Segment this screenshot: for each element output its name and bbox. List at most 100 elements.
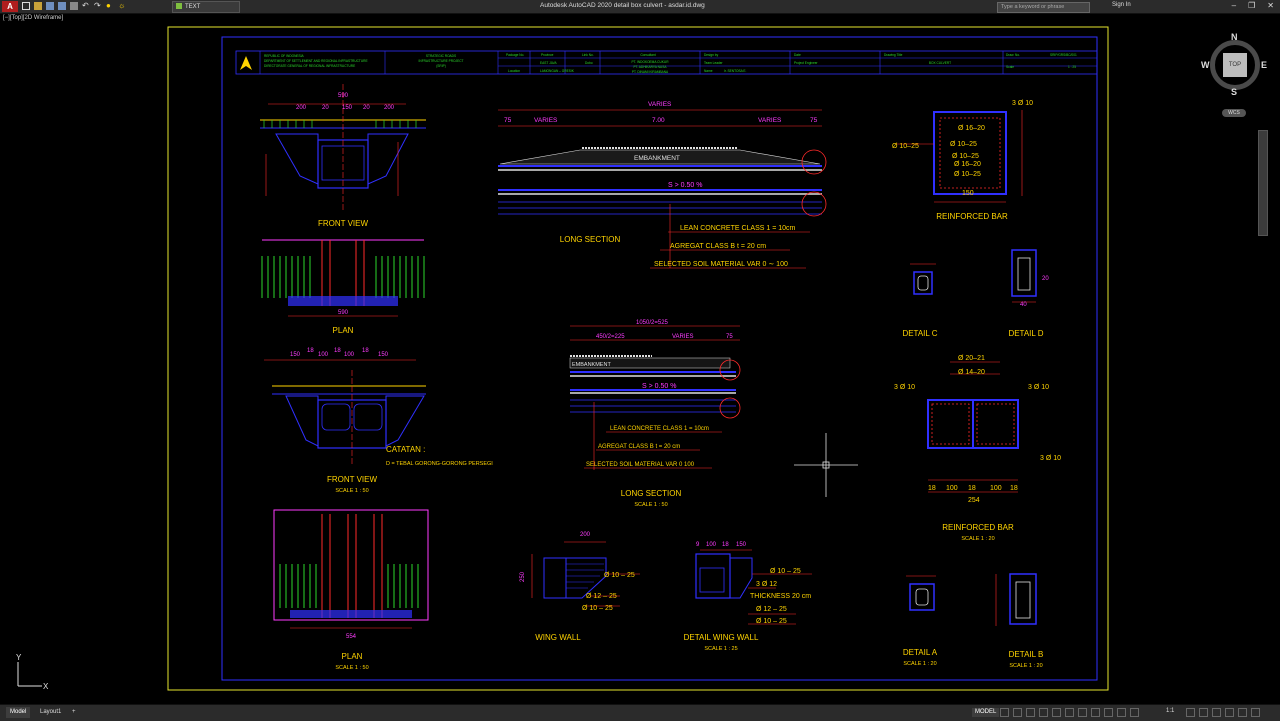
sign-in-button[interactable]: Sign In — [1112, 2, 1131, 8]
ls2-varies: VARIES — [672, 334, 694, 340]
tb-h-date: Date — [794, 53, 801, 57]
close-button[interactable]: ✕ — [1267, 1, 1274, 10]
dww-dim-2: 100 — [706, 542, 717, 548]
print-icon[interactable] — [70, 2, 78, 10]
customize-icon[interactable] — [1251, 708, 1260, 717]
rb2-dim-3: 18 — [968, 485, 976, 492]
tb-drw-no: SRIP/GRS/BC/001 — [1050, 53, 1077, 57]
wcs-menu[interactable]: WCS — [1222, 109, 1246, 117]
viewcube-top-face[interactable]: TOP — [1223, 53, 1247, 77]
rb2-label-3: 3 Ø 10 — [894, 384, 915, 391]
compass-west[interactable]: W — [1201, 60, 1210, 70]
isolate-icon[interactable] — [1212, 708, 1221, 717]
slope-label-2: S > 0.50 % — [642, 383, 676, 390]
new-icon[interactable] — [22, 2, 30, 10]
ls1-dim-75a: 75 — [504, 117, 512, 124]
transparency-icon[interactable] — [1091, 708, 1100, 717]
plan-title-2: PLAN — [342, 652, 363, 661]
title-bar: A ↶ ↷ ● ☼ TEXT Autodesk AutoCAD 2020 det… — [0, 0, 1280, 14]
navigation-bar[interactable] — [1258, 130, 1268, 236]
fv-dim-200b: 200 — [384, 105, 395, 111]
plus-icon[interactable] — [1199, 708, 1208, 717]
app-menu-button[interactable]: A — [2, 1, 18, 12]
osnap-icon[interactable] — [1052, 708, 1061, 717]
ls1-selected-soil: SELECTED SOIL MATERIAL VAR 0 ∼ 100 — [654, 261, 788, 268]
workspace-icon[interactable] — [1130, 708, 1139, 717]
hardware-icon[interactable] — [1225, 708, 1234, 717]
lineweight-icon[interactable] — [1078, 708, 1087, 717]
tb-org-1: REPUBLIC OF INDONESIA — [264, 54, 305, 58]
tb-drawing-title: BOX CULVERT — [929, 61, 951, 65]
rb1-dim-150: 150 — [962, 190, 974, 197]
selection-cycling-icon[interactable] — [1104, 708, 1113, 717]
compass-north[interactable]: N — [1231, 32, 1238, 42]
viewcube[interactable]: TOP N S E W — [1201, 32, 1267, 97]
undo-icon[interactable]: ↶ — [82, 2, 90, 10]
rb1-label-7: Ø 10–25 — [892, 143, 919, 150]
fv-dim-total: 590 — [338, 93, 349, 99]
fv2-dim-4: 18 — [334, 348, 341, 354]
fv2-dim-7: 150 — [378, 352, 389, 358]
plan-1: 590 PLAN — [261, 239, 425, 335]
ww-rebar-2: Ø 12 – 25 — [586, 593, 617, 600]
minimize-button[interactable]: – — [1232, 1, 1236, 10]
tab-model[interactable]: Model — [6, 707, 31, 718]
grid-icon[interactable] — [1000, 708, 1009, 717]
ls1-dim-700: 7.00 — [652, 117, 665, 124]
layer-name: TEXT — [185, 4, 201, 10]
tb-name: Ir. SENTOSA E. — [724, 69, 747, 73]
save-icon[interactable] — [46, 2, 54, 10]
ww-dim-250: 250 — [520, 571, 526, 582]
ortho-icon[interactable] — [1026, 708, 1035, 717]
compass-east[interactable]: E — [1261, 60, 1267, 70]
otrack-icon[interactable] — [1065, 708, 1074, 717]
dww-rebar-3: Ø 12 – 25 — [756, 606, 787, 613]
maximize-button[interactable]: ❐ — [1248, 1, 1255, 10]
status-tools — [1000, 708, 1139, 717]
add-layout-button[interactable]: + — [68, 707, 80, 718]
search-input[interactable]: Type a keyword or phrase — [997, 2, 1090, 13]
ucs-x-label: X — [43, 682, 49, 691]
save-as-icon[interactable] — [58, 2, 66, 10]
polar-icon[interactable] — [1039, 708, 1048, 717]
reinforced-bar-2: Ø 20–21 Ø 14–20 3 Ø 10 3 Ø 10 3 Ø 10 18 … — [894, 355, 1061, 542]
clean-screen-icon[interactable] — [1238, 708, 1247, 717]
lightbulb-icon[interactable]: ● — [106, 2, 114, 10]
front-view-scale: SCALE 1 : 50 — [335, 488, 368, 494]
gear-icon[interactable] — [1186, 708, 1195, 717]
ls2-dim-450: 450/2=225 — [596, 334, 625, 340]
tb-project-2: INFRASTRUCTURE PROJECT — [419, 59, 464, 63]
ww-dim-200: 200 — [580, 532, 591, 538]
catatan-label: CATATAN : — [386, 445, 425, 454]
rb1-label-1: Ø 16–20 — [958, 125, 985, 132]
tb-h-name: Name — [704, 69, 713, 73]
reinforced-bar-title-1: REINFORCED BAR — [936, 212, 1008, 221]
ucs-icon — [17, 662, 42, 687]
sun-icon[interactable]: ☼ — [118, 2, 126, 10]
tb-consultant-3: PT. DINAMI KIRAMBANA — [632, 70, 669, 74]
dww-rebar-4: Ø 10 – 25 — [756, 618, 787, 625]
ww-rebar-1: Ø 10 – 25 — [604, 572, 635, 579]
annotation-scale[interactable]: 1:1 — [1166, 708, 1174, 714]
tb-h-engineer: Project Engineer — [794, 61, 819, 65]
title-block-grid — [259, 51, 1097, 74]
quick-access-toolbar: ↶ ↷ ● ☼ — [22, 2, 126, 10]
annotation-icon[interactable] — [1117, 708, 1126, 717]
snap-icon[interactable] — [1013, 708, 1022, 717]
front-view-1: 200 20 150 20 200 590 FRONT VIEW — [260, 84, 426, 228]
compass-south[interactable]: S — [1231, 87, 1237, 97]
drawing-canvas[interactable]: REPUBLIC OF INDONESIA DEPARTMENT OF SETT… — [0, 14, 1280, 704]
detail-wing-wall-scale: SCALE 1 : 25 — [704, 646, 737, 652]
tb-h-package: Package No. — [506, 53, 524, 57]
model-space-button[interactable]: MODEL — [972, 708, 1000, 717]
tab-layout1[interactable]: Layout1 — [36, 707, 65, 718]
open-icon[interactable] — [34, 2, 42, 10]
redo-icon[interactable]: ↷ — [94, 2, 102, 10]
rb1-label-4: Ø 16–20 — [954, 161, 981, 168]
fv2-dim-3: 100 — [318, 352, 329, 358]
rb2-label-1: Ø 20–21 — [958, 355, 985, 362]
ls1-varies-left: VARIES — [534, 117, 558, 124]
detail-b-scale: SCALE 1 : 20 — [1009, 663, 1042, 669]
tb-project-3: (SRIP) — [436, 64, 446, 68]
layer-dropdown[interactable]: TEXT — [172, 1, 240, 13]
